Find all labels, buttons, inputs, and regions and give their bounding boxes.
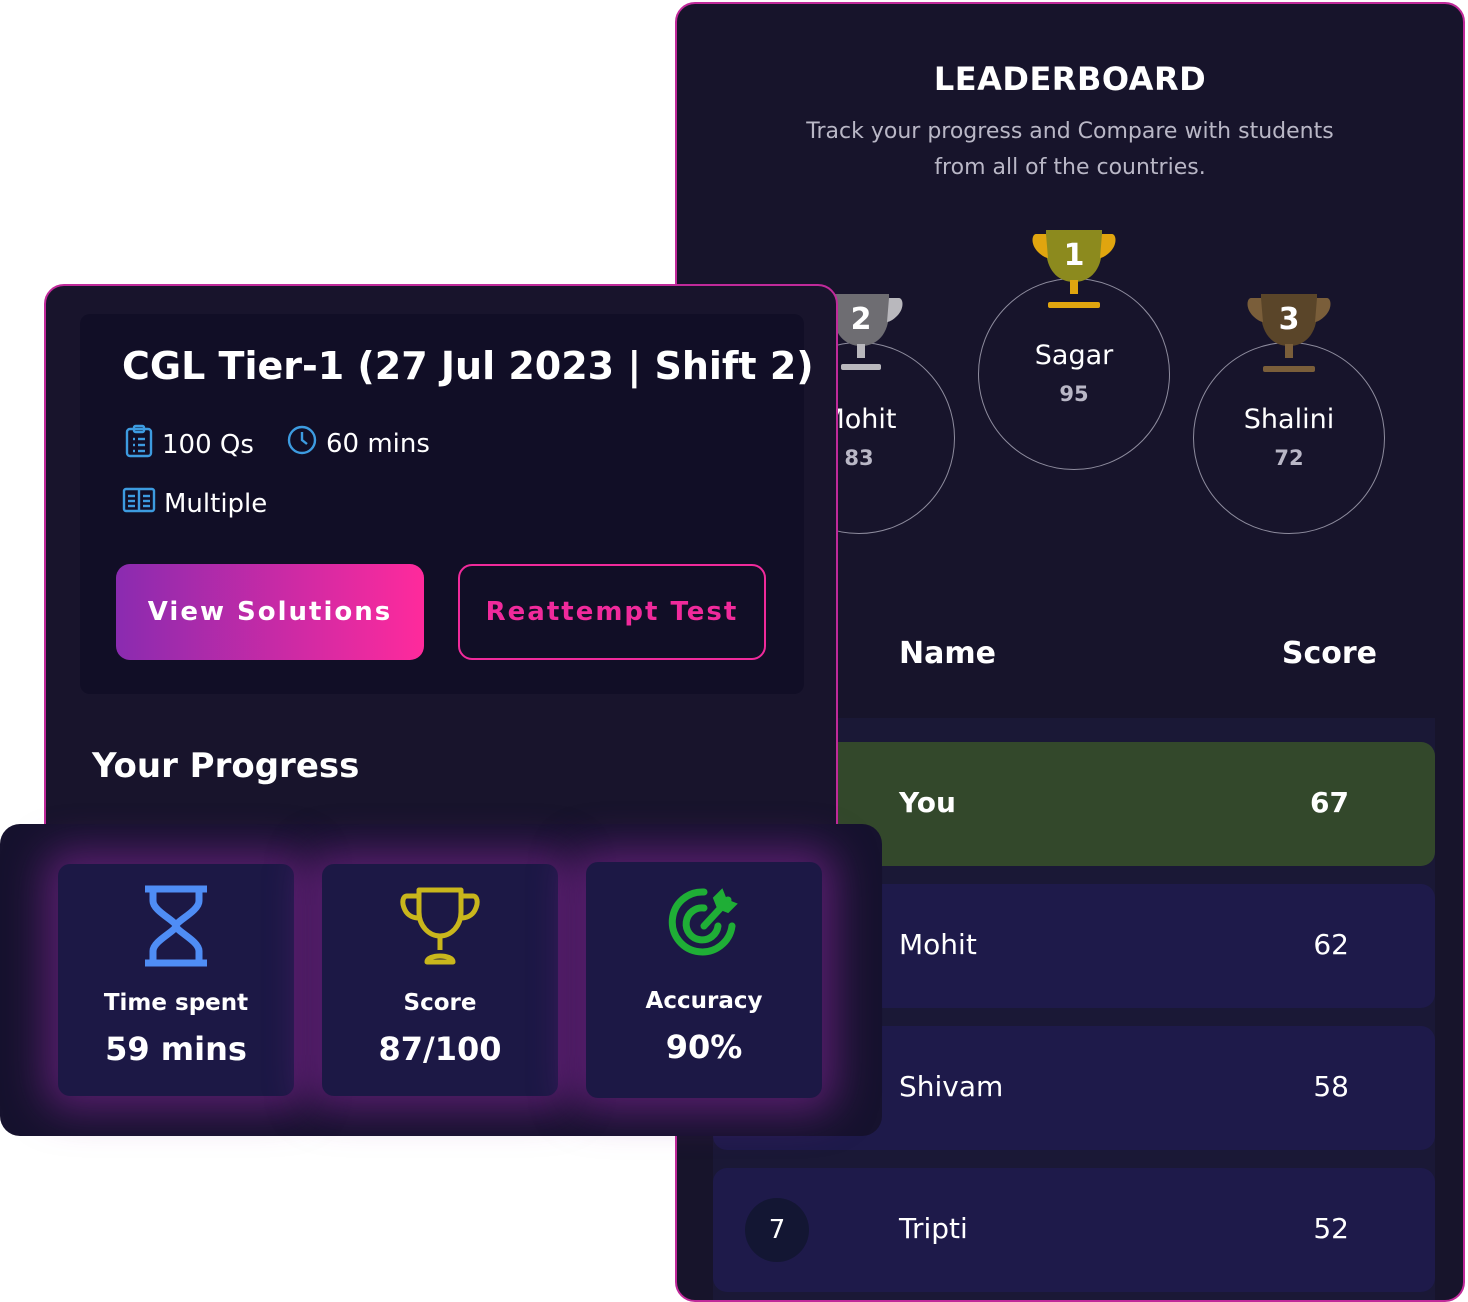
progress-title: Your Progress xyxy=(92,746,360,786)
row-score: 62 xyxy=(1313,928,1349,961)
stat-label: Accuracy xyxy=(645,988,763,1014)
duration: 60 mins xyxy=(286,424,430,463)
test-summary: CGL Tier-1 (27 Jul 2023 | Shift 2) 100 Q… xyxy=(80,314,814,694)
stat-value: 90% xyxy=(665,1028,743,1066)
question-count-label: 100 Qs xyxy=(162,429,254,460)
question-count: 100 Qs xyxy=(124,424,254,465)
language-label: Multiple xyxy=(164,488,268,519)
clipboard-icon xyxy=(124,424,154,465)
row-score: 52 xyxy=(1313,1212,1349,1245)
progress-stats: Time spent 59 mins Score 87/100 Accuracy xyxy=(0,824,882,1136)
clock-icon xyxy=(286,424,318,463)
row-score: 58 xyxy=(1313,1070,1349,1103)
stat-score: Score 87/100 xyxy=(322,864,558,1096)
duration-label: 60 mins xyxy=(326,428,430,459)
reattempt-test-button[interactable]: Reattempt Test xyxy=(458,564,766,660)
stat-value: 87/100 xyxy=(378,1030,502,1068)
column-header-name: Name xyxy=(899,636,996,671)
row-name: Shivam xyxy=(899,1070,1004,1103)
book-icon xyxy=(122,486,156,521)
row-name: Mohit xyxy=(899,928,977,961)
column-header-score: Score xyxy=(1281,636,1377,671)
row-score: 67 xyxy=(1310,786,1349,819)
stat-label: Score xyxy=(403,990,477,1016)
trophy-icon: 1 xyxy=(1032,224,1122,324)
view-solutions-button[interactable]: View Solutions xyxy=(116,564,424,660)
podium-score: 95 xyxy=(1059,382,1089,406)
trophy-icon: 3 xyxy=(1247,288,1337,388)
hourglass-icon xyxy=(58,884,294,968)
leaderboard-row[interactable]: 7 Tripti 52 xyxy=(713,1168,1435,1292)
rank-badge: 7 xyxy=(745,1198,809,1262)
podium-name: Sagar xyxy=(1034,340,1114,371)
podium-rank-number: 3 xyxy=(1278,302,1300,337)
trophy-icon xyxy=(322,884,558,968)
stat-value: 59 mins xyxy=(105,1030,247,1068)
leaderboard-subtitle: Track your progress and Compare with stu… xyxy=(806,119,1334,180)
test-card: CGL Tier-1 (27 Jul 2023 | Shift 2) 100 Q… xyxy=(44,284,838,904)
language: Multiple xyxy=(122,486,267,521)
podium-score: 72 xyxy=(1274,446,1304,470)
row-name: Tripti xyxy=(899,1212,968,1245)
stat-accuracy: Accuracy 90% xyxy=(586,862,822,1098)
podium-rank-number: 1 xyxy=(1063,238,1085,273)
leaderboard-title: LEADERBOARD xyxy=(933,60,1207,98)
target-icon xyxy=(586,882,822,966)
row-name: You xyxy=(899,786,956,819)
podium-name: Shalini xyxy=(1243,404,1335,435)
test-title: CGL Tier-1 (27 Jul 2023 | Shift 2) xyxy=(122,344,814,388)
stat-time-spent: Time spent 59 mins xyxy=(58,864,294,1096)
stat-label: Time spent xyxy=(103,990,249,1016)
